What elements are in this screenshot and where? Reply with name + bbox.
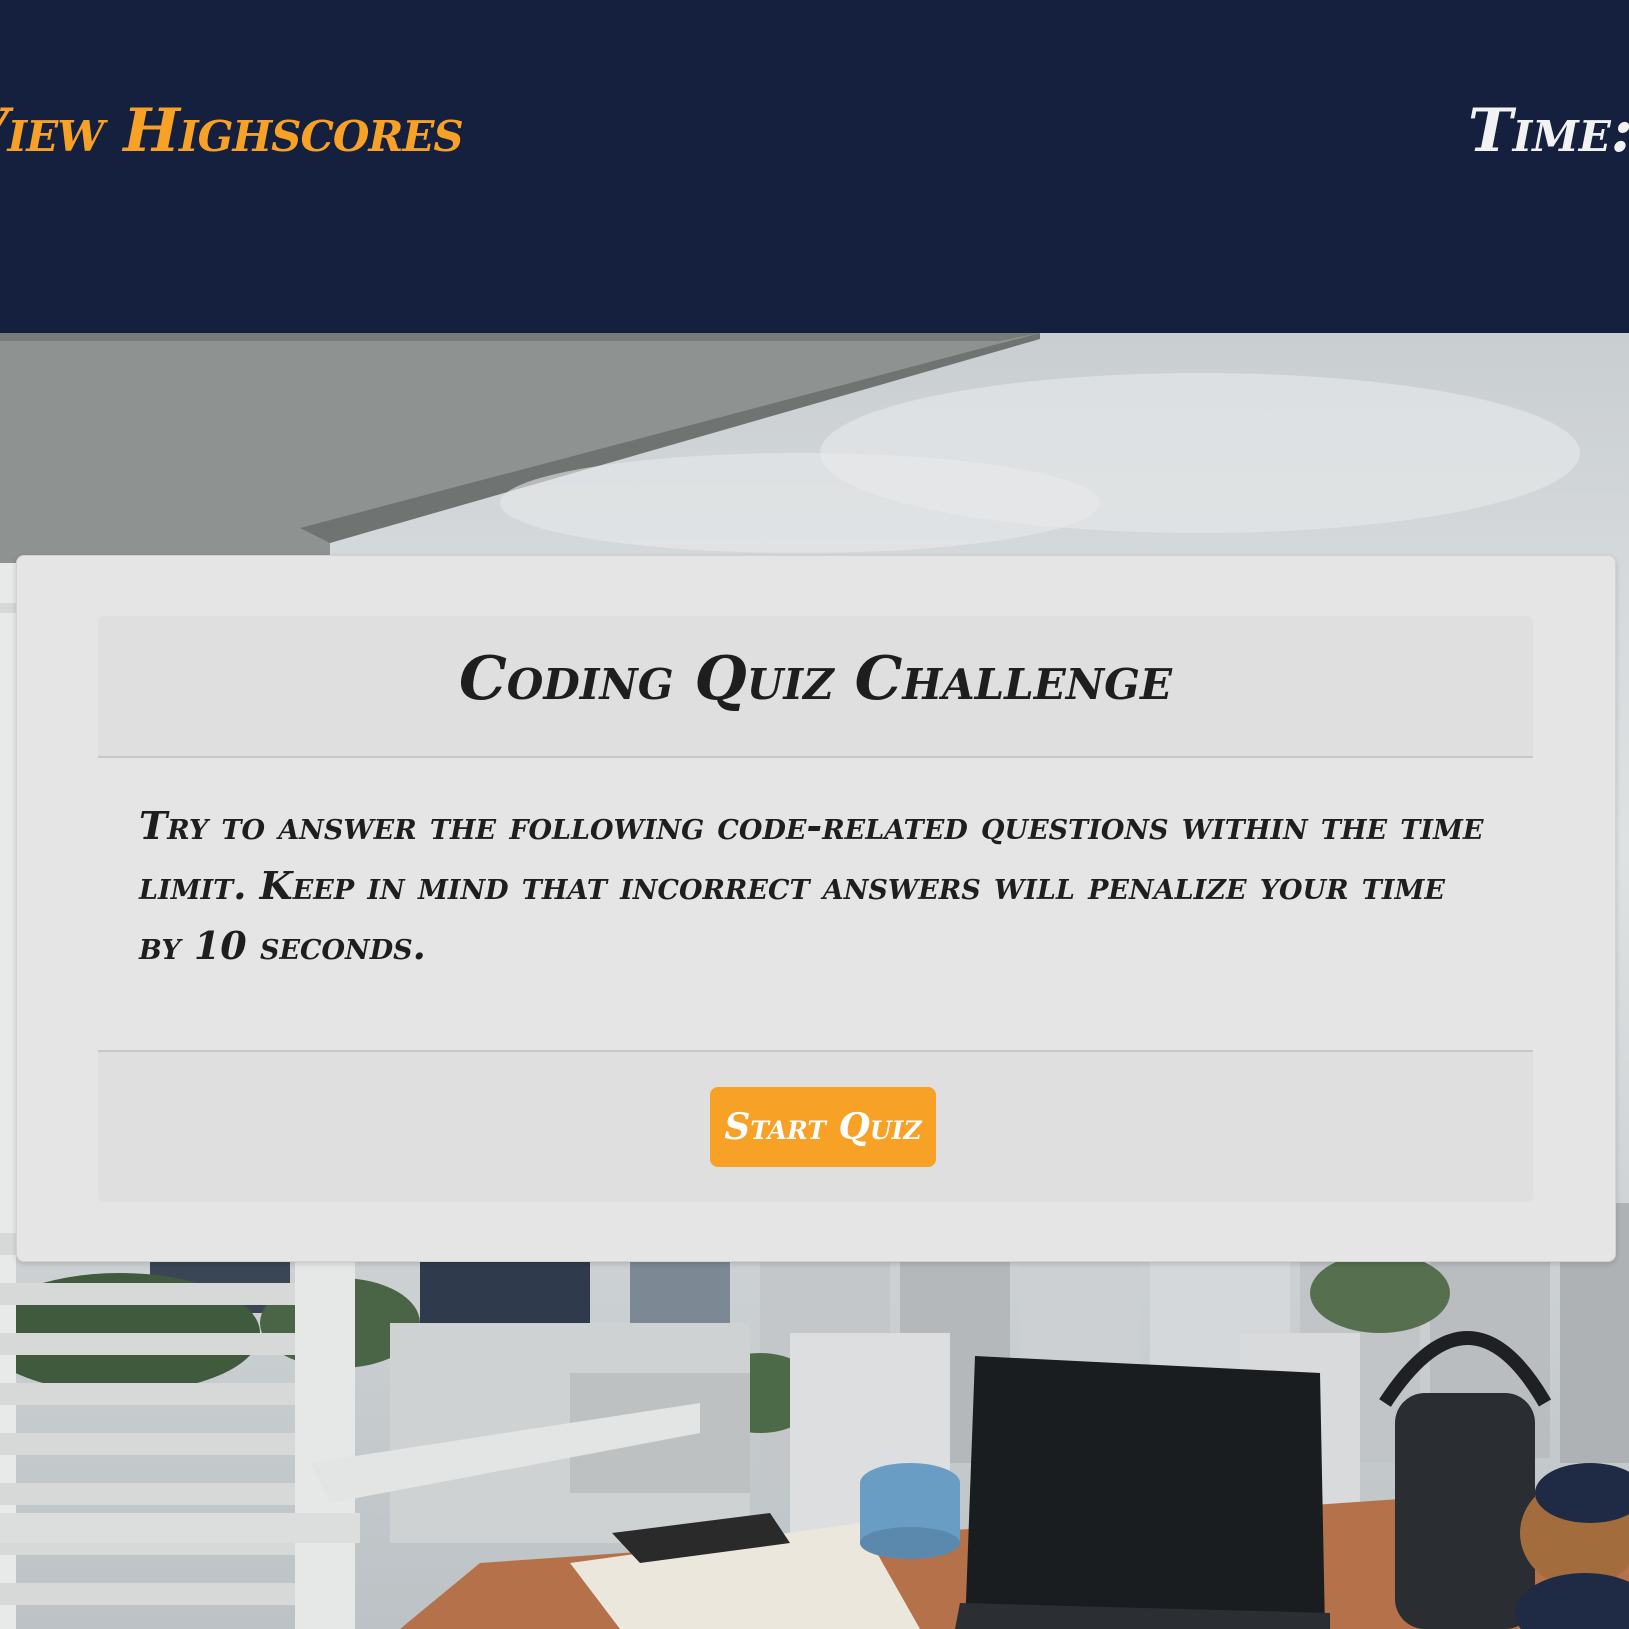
card-footer: Start Quiz [98, 1050, 1533, 1202]
quiz-title: Coding Quiz Challenge [458, 644, 1172, 714]
view-highscores-link[interactable]: View Highscores [0, 96, 464, 166]
top-header: View Highscores Time: 0 [0, 0, 1629, 333]
card-body: Try to answer the following code-related… [139, 796, 1499, 976]
timer-display: Time: 0 [1468, 96, 1629, 166]
start-quiz-button[interactable]: Start Quiz [710, 1087, 936, 1167]
quiz-card: Coding Quiz Challenge Try to answer the … [16, 555, 1616, 1262]
card-header: Coding Quiz Challenge [98, 616, 1533, 758]
quiz-description: Try to answer the following code-related… [139, 803, 1484, 968]
page: View Highscores Time: 0 [0, 0, 1629, 1629]
